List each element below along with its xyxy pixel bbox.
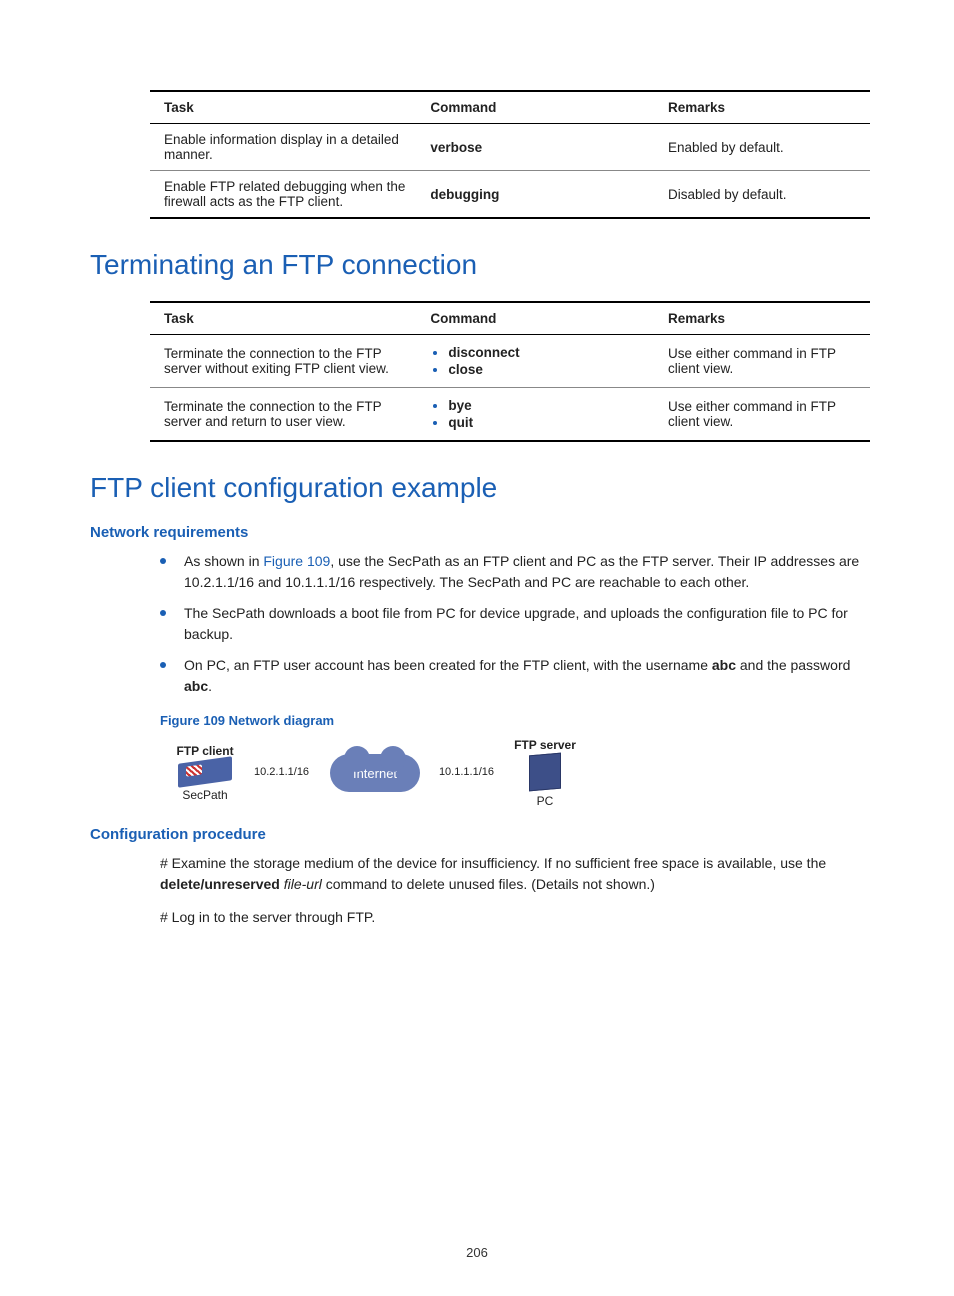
list-item: As shown in Figure 109, use the SecPath …: [160, 551, 864, 593]
cell-command: verbose: [416, 124, 654, 171]
label-ftp-server: FTP server: [514, 738, 576, 752]
label-internet: Internet: [353, 766, 397, 781]
cell-remarks: Enabled by default.: [654, 124, 870, 171]
cell-remarks: Use either command in FTP client view.: [654, 335, 870, 388]
table-row: Enable FTP related debugging when the fi…: [150, 171, 870, 219]
password: abc: [184, 678, 208, 694]
list-item: On PC, an FTP user account has been crea…: [160, 655, 864, 697]
figure-caption: Figure 109 Network diagram: [160, 713, 864, 728]
text: # Examine the storage medium of the devi…: [160, 855, 826, 871]
label-pc: PC: [537, 794, 554, 808]
cmd-text: delete/unreserved: [160, 876, 280, 892]
arg-text: file-url: [284, 876, 322, 892]
heading-terminating-ftp: Terminating an FTP connection: [90, 249, 864, 281]
router-icon: [178, 756, 232, 788]
cell-command: bye quit: [416, 388, 654, 442]
cell-command: debugging: [416, 171, 654, 219]
text: command to delete unused files. (Details…: [322, 876, 655, 892]
cmd-quit: quit: [448, 415, 644, 430]
heading-ftp-client-example: FTP client configuration example: [90, 472, 864, 504]
page-number: 206: [0, 1245, 954, 1260]
cell-task: Terminate the connection to the FTP serv…: [150, 335, 416, 388]
list-item: The SecPath downloads a boot file from P…: [160, 603, 864, 645]
paragraph: # Examine the storage medium of the devi…: [160, 853, 864, 895]
th-task: Task: [150, 91, 416, 124]
text: and the password: [736, 657, 850, 673]
cell-task: Enable FTP related debugging when the fi…: [150, 171, 416, 219]
label-server-ip: 10.1.1.1/16: [439, 766, 494, 778]
label-secpath: SecPath: [182, 788, 227, 802]
table-row: Enable information display in a detailed…: [150, 124, 870, 171]
table-command-settings: Task Command Remarks Enable information …: [150, 90, 870, 219]
paragraph: # Log in to the server through FTP.: [160, 907, 864, 928]
network-diagram: FTP client SecPath 10.2.1.1/16 Internet …: [160, 738, 590, 808]
cmd-close: close: [448, 362, 644, 377]
text: .: [208, 678, 212, 694]
th-remarks: Remarks: [654, 302, 870, 335]
th-remarks: Remarks: [654, 91, 870, 124]
text: On PC, an FTP user account has been crea…: [184, 657, 712, 673]
link-figure-109[interactable]: Figure 109: [263, 553, 330, 569]
cell-remarks: Disabled by default.: [654, 171, 870, 219]
th-command: Command: [416, 91, 654, 124]
th-task: Task: [150, 302, 416, 335]
cell-remarks: Use either command in FTP client view.: [654, 388, 870, 442]
heading-network-requirements: Network requirements: [90, 524, 864, 541]
cmd-disconnect: disconnect: [448, 345, 644, 360]
cell-task: Enable information display in a detailed…: [150, 124, 416, 171]
table-row: Terminate the connection to the FTP serv…: [150, 388, 870, 442]
th-command: Command: [416, 302, 654, 335]
cloud-icon: Internet: [330, 754, 420, 792]
label-client-ip: 10.2.1.1/16: [254, 766, 309, 778]
cell-task: Terminate the connection to the FTP serv…: [150, 388, 416, 442]
table-terminate-ftp: Task Command Remarks Terminate the conne…: [150, 301, 870, 442]
heading-configuration-procedure: Configuration procedure: [90, 826, 864, 843]
cell-command: disconnect close: [416, 335, 654, 388]
username: abc: [712, 657, 736, 673]
table-row: Terminate the connection to the FTP serv…: [150, 335, 870, 388]
label-ftp-client: FTP client: [176, 744, 233, 758]
bullet-list: As shown in Figure 109, use the SecPath …: [160, 551, 864, 697]
server-icon: [529, 753, 561, 792]
cmd-bye: bye: [448, 398, 644, 413]
text: As shown in: [184, 553, 263, 569]
